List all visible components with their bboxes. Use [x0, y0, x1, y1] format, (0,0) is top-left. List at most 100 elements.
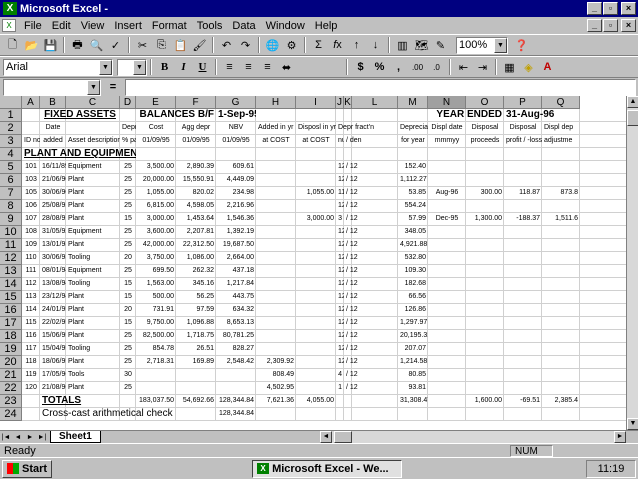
- scroll-up-icon[interactable]: ▲: [627, 96, 638, 108]
- asset-id[interactable]: 114: [22, 304, 40, 317]
- asset-date[interactable]: 16/11/89: [40, 161, 66, 174]
- header-profit-loss[interactable]: profit / -loss: [504, 135, 542, 148]
- totals-agg-depr[interactable]: 54,692.66: [176, 395, 216, 408]
- asset-fraction-num[interactable]: 11: [336, 187, 344, 200]
- asset-id[interactable]: 113: [22, 291, 40, 304]
- asset-cost[interactable]: 731.91: [136, 304, 176, 317]
- asset-nbv[interactable]: 437.18: [216, 265, 256, 278]
- asset-fraction-den[interactable]: / 12: [344, 278, 398, 291]
- font-size-select[interactable]: ▼: [117, 58, 147, 76]
- chevron-down-icon[interactable]: ▼: [133, 59, 146, 75]
- asset-nbv[interactable]: 234.98: [216, 187, 256, 200]
- asset-description[interactable]: Plant: [66, 187, 120, 200]
- asset-adjustment[interactable]: [542, 356, 580, 369]
- column-header-d[interactable]: D: [120, 96, 136, 109]
- menu-file[interactable]: File: [19, 20, 47, 32]
- asset-proceeds[interactable]: [466, 161, 504, 174]
- asset-adjustment[interactable]: [542, 343, 580, 356]
- asset-proceeds[interactable]: [466, 304, 504, 317]
- asset-proceeds[interactable]: [466, 343, 504, 356]
- map-icon[interactable]: 🗺: [412, 36, 431, 54]
- asset-profit-loss[interactable]: [504, 161, 542, 174]
- drawing-icon[interactable]: ✎: [431, 36, 450, 54]
- asset-date[interactable]: 22/02/95: [40, 317, 66, 330]
- column-header-a[interactable]: A: [22, 96, 40, 109]
- asset-agg-depr[interactable]: 820.02: [176, 187, 216, 200]
- chevron-down-icon[interactable]: ▼: [99, 59, 112, 75]
- asset-fraction-den[interactable]: / 12: [344, 252, 398, 265]
- asset-id[interactable]: 112: [22, 278, 40, 291]
- comma-button[interactable]: ,: [389, 58, 408, 76]
- header-cost[interactable]: Cost: [136, 122, 176, 135]
- asset-added[interactable]: [256, 200, 296, 213]
- section-plant-equipment[interactable]: PLANT AND EQUIPMENT: [22, 148, 136, 161]
- title-year-ended[interactable]: YEAR ENDED: [398, 109, 504, 122]
- asset-adjustment[interactable]: [542, 369, 580, 382]
- asset-fraction-num[interactable]: 12: [336, 239, 344, 252]
- asset-added[interactable]: 2,309.92: [256, 356, 296, 369]
- header-at-cost-2[interactable]: at COST: [296, 135, 336, 148]
- asset-nbv[interactable]: [216, 369, 256, 382]
- row-header-14[interactable]: 14: [0, 278, 22, 291]
- asset-fraction-den[interactable]: / 12: [344, 304, 398, 317]
- asset-description[interactable]: Tools: [66, 369, 120, 382]
- asset-nbv[interactable]: 634.32: [216, 304, 256, 317]
- asset-cost[interactable]: 3,000.00: [136, 213, 176, 226]
- asset-profit-loss[interactable]: [504, 239, 542, 252]
- asset-nbv[interactable]: 1,392.19: [216, 226, 256, 239]
- asset-proceeds[interactable]: [466, 239, 504, 252]
- scroll-thumb[interactable]: [627, 110, 638, 126]
- asset-added[interactable]: [256, 239, 296, 252]
- asset-fraction-den[interactable]: / 12: [344, 382, 398, 395]
- asset-agg-depr[interactable]: 169.89: [176, 356, 216, 369]
- asset-adjustment[interactable]: [542, 330, 580, 343]
- asset-adjustment[interactable]: 1,511.6: [542, 213, 580, 226]
- vertical-scrollbar[interactable]: ▲ ▼: [626, 96, 638, 430]
- select-all-button[interactable]: [0, 96, 22, 109]
- asset-disposal[interactable]: 3,000.00: [296, 213, 336, 226]
- increase-decimal-button[interactable]: .00: [408, 58, 427, 76]
- asset-depreciation[interactable]: 126.86: [398, 304, 428, 317]
- row-header-10[interactable]: 10: [0, 226, 22, 239]
- asset-displ-date[interactable]: [428, 239, 466, 252]
- asset-disposal[interactable]: [296, 278, 336, 291]
- asset-displ-date[interactable]: [428, 200, 466, 213]
- asset-added[interactable]: 808.49: [256, 369, 296, 382]
- asset-profit-loss[interactable]: [504, 291, 542, 304]
- asset-depreciation[interactable]: 1,112.27: [398, 174, 428, 187]
- asset-displ-date[interactable]: [428, 343, 466, 356]
- asset-proceeds[interactable]: [466, 369, 504, 382]
- asset-depreciation[interactable]: 1,214.58: [398, 356, 428, 369]
- asset-nbv[interactable]: 2,664.00: [216, 252, 256, 265]
- column-header-b[interactable]: B: [40, 96, 66, 109]
- asset-fraction-den[interactable]: / 12: [344, 317, 398, 330]
- menu-view[interactable]: View: [76, 20, 110, 32]
- document-icon[interactable]: X: [2, 19, 16, 32]
- asset-id[interactable]: 118: [22, 356, 40, 369]
- asset-fraction-den[interactable]: / 12: [344, 265, 398, 278]
- asset-id[interactable]: 115: [22, 317, 40, 330]
- asset-cost[interactable]: [136, 369, 176, 382]
- asset-cost[interactable]: 854.78: [136, 343, 176, 356]
- asset-fraction-num[interactable]: 12: [336, 200, 344, 213]
- sort-ascending-icon[interactable]: ↑: [347, 36, 366, 54]
- asset-adjustment[interactable]: [542, 265, 580, 278]
- asset-fraction-num[interactable]: 12: [336, 265, 344, 278]
- menu-format[interactable]: Format: [147, 20, 192, 32]
- asset-id[interactable]: 110: [22, 252, 40, 265]
- asset-profit-loss[interactable]: [504, 174, 542, 187]
- asset-cost[interactable]: 9,750.00: [136, 317, 176, 330]
- totals-label[interactable]: TOTALS: [40, 395, 120, 408]
- decrease-indent-icon[interactable]: ⇤: [454, 58, 473, 76]
- asset-added[interactable]: [256, 343, 296, 356]
- column-header-j[interactable]: J: [336, 96, 344, 109]
- asset-cost[interactable]: 42,000.00: [136, 239, 176, 252]
- asset-date[interactable]: 18/06/95: [40, 356, 66, 369]
- asset-displ-date[interactable]: [428, 278, 466, 291]
- asset-depreciation[interactable]: 532.80: [398, 252, 428, 265]
- asset-adjustment[interactable]: [542, 382, 580, 395]
- row-header-23[interactable]: 23: [0, 395, 22, 408]
- crosscast-label[interactable]: Cross-cast arithmetical check: [40, 408, 216, 421]
- row-header-6[interactable]: 6: [0, 174, 22, 187]
- asset-displ-date[interactable]: Dec-95: [428, 213, 466, 226]
